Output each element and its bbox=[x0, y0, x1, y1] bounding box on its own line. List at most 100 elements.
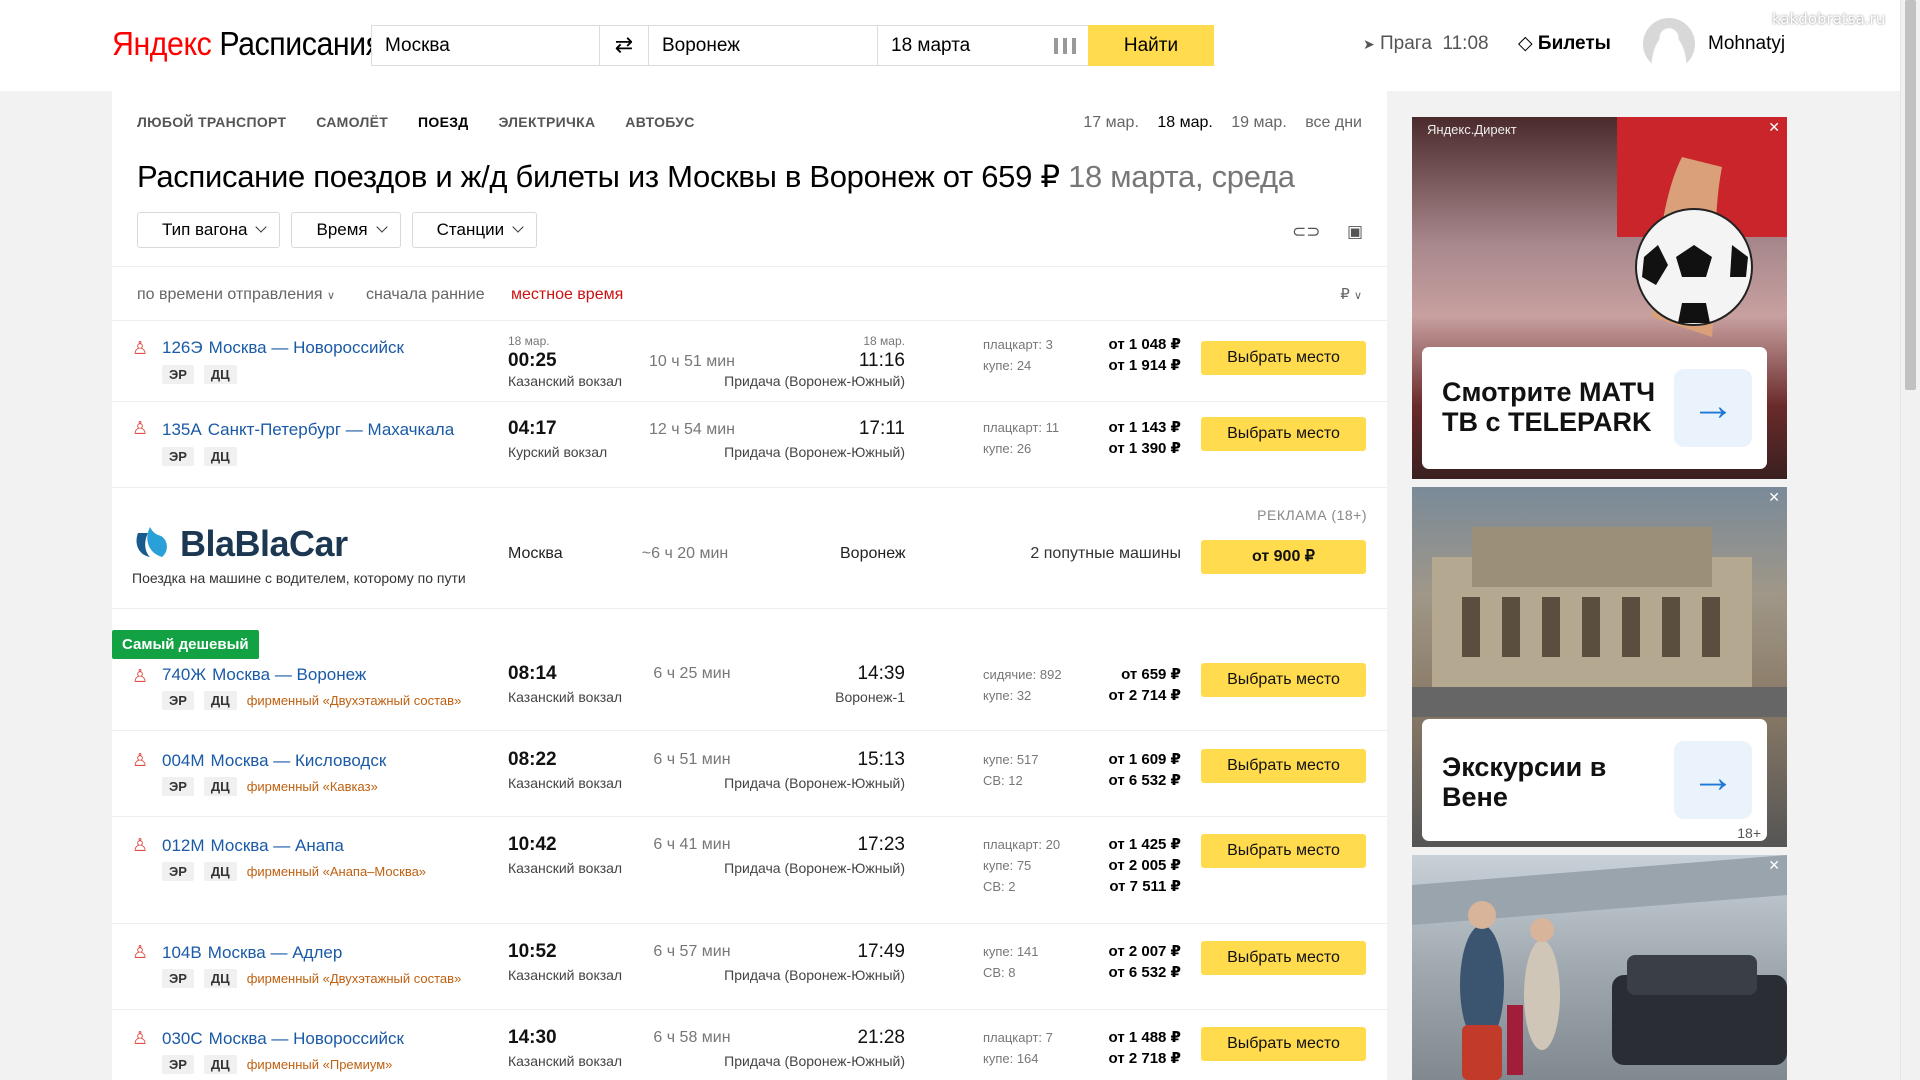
departure-station[interactable]: Казанский вокзал bbox=[508, 1053, 622, 1069]
train-row: ♙ 126Э Москва — Новороссийск ЭР ДЦ 18 мар.… bbox=[112, 322, 1387, 402]
arrival-station[interactable]: Придача (Воронеж-Южный) bbox=[724, 775, 905, 791]
arrow-right-icon[interactable]: → bbox=[1674, 369, 1752, 447]
close-icon[interactable]: ✕ bbox=[1768, 119, 1780, 136]
to-input[interactable]: Воронеж bbox=[648, 25, 878, 66]
departure-station[interactable]: Курский вокзал bbox=[508, 444, 607, 460]
arrival-time: 17:11 bbox=[858, 418, 905, 439]
date-all-days[interactable]: все дни bbox=[1305, 114, 1362, 131]
select-seat-button[interactable]: Выбрать место bbox=[1201, 1027, 1366, 1061]
tab-suburban[interactable]: ЭЛЕКТРИЧКА bbox=[498, 112, 595, 132]
filter-time[interactable]: Время bbox=[291, 212, 401, 248]
filter-stations[interactable]: Станции bbox=[411, 212, 538, 248]
page-tools: ⊂⊃ ▣ bbox=[1270, 222, 1363, 242]
ad-source-label: Яндекс.Директ bbox=[1427, 122, 1517, 137]
date-next[interactable]: 19 мар. bbox=[1231, 114, 1286, 131]
select-seat-button[interactable]: Выбрать место bbox=[1201, 834, 1366, 868]
arrow-right-icon[interactable]: → bbox=[1674, 741, 1752, 819]
date-input[interactable]: 18 марта bbox=[877, 25, 1089, 66]
select-seat-button[interactable]: Выбрать место bbox=[1201, 417, 1366, 451]
train-row: ♙ 740Ж Москва — Воронеж ЭР ДЦ фирменный «Дв… bbox=[112, 659, 1387, 731]
select-seat-button[interactable]: Выбрать место bbox=[1201, 341, 1366, 375]
train-title[interactable]: 004М Москва — Кисловодск bbox=[162, 751, 386, 771]
train-badges: ЭР ДЦ фирменный «Премиум» bbox=[162, 1055, 392, 1074]
sort-order-toggle[interactable]: сначала ранние bbox=[366, 267, 485, 322]
blablacar-price-button[interactable]: от 900 ₽ bbox=[1201, 540, 1366, 574]
arrival-time: 17:23 bbox=[857, 834, 905, 855]
chevron-down-icon: ∨ bbox=[327, 290, 336, 302]
print-icon[interactable]: ▣ bbox=[1347, 222, 1363, 242]
tab-bus[interactable]: АВТОБУС bbox=[625, 112, 694, 132]
train-title[interactable]: 135А Санкт-Петербург — Махачкала bbox=[162, 420, 454, 440]
close-icon[interactable]: ✕ bbox=[1768, 857, 1780, 874]
select-seat-button[interactable]: Выбрать место bbox=[1201, 941, 1366, 975]
top-header: Яндекс Расписания Москва ⇄ Воронеж 18 ма… bbox=[0, 0, 1900, 91]
departure-station[interactable]: Казанский вокзал bbox=[508, 373, 622, 389]
ad-banner-airport[interactable]: ✕ bbox=[1412, 855, 1787, 1080]
tab-any-transport[interactable]: ЛЮБОЙ ТРАНСПОРТ bbox=[137, 112, 286, 132]
chevron-down-icon bbox=[255, 221, 268, 233]
train-icon: ♙ bbox=[132, 750, 149, 770]
calendar-icon[interactable] bbox=[1054, 38, 1076, 54]
scrollbar-thumb[interactable] bbox=[1905, 0, 1916, 390]
location-indicator[interactable]: ➤ Прага 11:08 bbox=[1363, 29, 1489, 59]
arrival-station[interactable]: Придача (Воронеж-Южный) bbox=[724, 373, 905, 389]
train-brand: фирменный «Анапа–Москва» bbox=[246, 864, 427, 879]
ad-banner-vienna[interactable]: ✕ Экскурсии в Вене → 18+ bbox=[1412, 487, 1787, 847]
badge-dc: ДЦ bbox=[203, 777, 237, 796]
departure-time: 14:30 bbox=[508, 1027, 557, 1048]
badge-dc: ДЦ bbox=[203, 691, 237, 710]
find-button[interactable]: Найти bbox=[1088, 25, 1214, 66]
avatar[interactable] bbox=[1643, 18, 1695, 70]
page-scrollbar[interactable] bbox=[1900, 0, 1920, 1080]
train-title[interactable]: 740Ж Москва — Воронеж bbox=[162, 665, 366, 685]
arrival-station[interactable]: Придача (Воронеж-Южный) bbox=[724, 444, 905, 460]
ad-banner-telepark[interactable]: Яндекс.Директ ✕ Смотрите МАТЧ ТВ с TELEP… bbox=[1412, 117, 1787, 479]
departure-time: 08:14 bbox=[508, 663, 557, 684]
train-title[interactable]: 030С Москва — Новороссийск bbox=[162, 1029, 404, 1049]
badge-er: ЭР bbox=[162, 862, 194, 881]
blablacar-ad[interactable]: РЕКЛАМА (18+) BlaBlaCar Поездка на машин… bbox=[112, 489, 1387, 609]
tab-plane[interactable]: САМОЛЁТ bbox=[316, 112, 388, 132]
swap-direction-button[interactable]: ⇄ bbox=[600, 25, 648, 66]
departure-station[interactable]: Казанский вокзал bbox=[508, 860, 622, 876]
sort-by-dropdown[interactable]: по времени отправления ∨ bbox=[137, 267, 335, 324]
sort-bar: по времени отправления ∨ сначала ранние … bbox=[112, 266, 1387, 321]
seat-classes: сидячие: 892 купе: 32 bbox=[983, 667, 1062, 703]
train-badges: ЭР ДЦ фирменный «Двухэтажный состав» bbox=[162, 691, 461, 710]
filter-car-type[interactable]: Тип вагона bbox=[137, 212, 281, 248]
badge-er: ЭР bbox=[162, 777, 194, 796]
tab-train[interactable]: ПОЕЗД bbox=[418, 112, 469, 132]
arrival-station[interactable]: Придача (Воронеж-Южный) bbox=[724, 860, 905, 876]
arrival-station[interactable]: Придача (Воронеж-Южный) bbox=[724, 967, 905, 983]
yandex-rasp-logo[interactable]: Яндекс Расписания bbox=[112, 24, 382, 64]
ad-card[interactable]: Экскурсии в Вене → bbox=[1422, 719, 1767, 841]
train-title[interactable]: 126Э Москва — Новороссийск bbox=[162, 338, 404, 358]
arrival-station[interactable]: Воронеж-1 bbox=[835, 689, 905, 705]
seat-prices: от 1 488 ₽ от 2 718 ₽ bbox=[1108, 1029, 1181, 1067]
tickets-link[interactable]: ◇ Билеты bbox=[1518, 29, 1611, 59]
seat-classes: плацкарт: 20 купе: 75 СВ: 2 bbox=[983, 837, 1061, 894]
departure-date: 18 мар. bbox=[508, 334, 550, 348]
train-row: ♙ 030С Москва — Новороссийск ЭР ДЦ фирменны… bbox=[112, 1011, 1387, 1080]
departure-time: 08:22 bbox=[508, 749, 557, 770]
departure-station[interactable]: Казанский вокзал bbox=[508, 775, 622, 791]
train-brand: фирменный «Двухэтажный состав» bbox=[246, 693, 462, 708]
departure-station[interactable]: Казанский вокзал bbox=[508, 967, 622, 983]
badge-er: ЭР bbox=[162, 447, 194, 466]
select-seat-button[interactable]: Выбрать место bbox=[1201, 663, 1366, 697]
date-prev[interactable]: 17 мар. bbox=[1083, 114, 1138, 131]
duration: 6 ч 25 мин bbox=[653, 665, 731, 682]
date-current[interactable]: 18 мар. bbox=[1157, 114, 1212, 131]
train-title[interactable]: 012М Москва — Анапа bbox=[162, 836, 344, 856]
username[interactable]: Mohnatyj bbox=[1708, 29, 1785, 59]
arrival-station[interactable]: Придача (Воронеж-Южный) bbox=[724, 1053, 905, 1069]
ad-card[interactable]: Смотрите МАТЧ ТВ с TELEPARK → bbox=[1422, 347, 1767, 469]
train-title[interactable]: 104В Москва — Адлер bbox=[162, 943, 342, 963]
departure-station[interactable]: Казанский вокзал bbox=[508, 689, 622, 705]
from-input[interactable]: Москва bbox=[371, 25, 600, 66]
timezone-toggle[interactable]: местное время bbox=[511, 267, 623, 322]
select-seat-button[interactable]: Выбрать место bbox=[1201, 749, 1366, 783]
currency-selector[interactable]: ₽ ∨ bbox=[1340, 267, 1362, 324]
close-icon[interactable]: ✕ bbox=[1768, 489, 1780, 506]
share-link-icon[interactable]: ⊂⊃ bbox=[1292, 222, 1321, 242]
